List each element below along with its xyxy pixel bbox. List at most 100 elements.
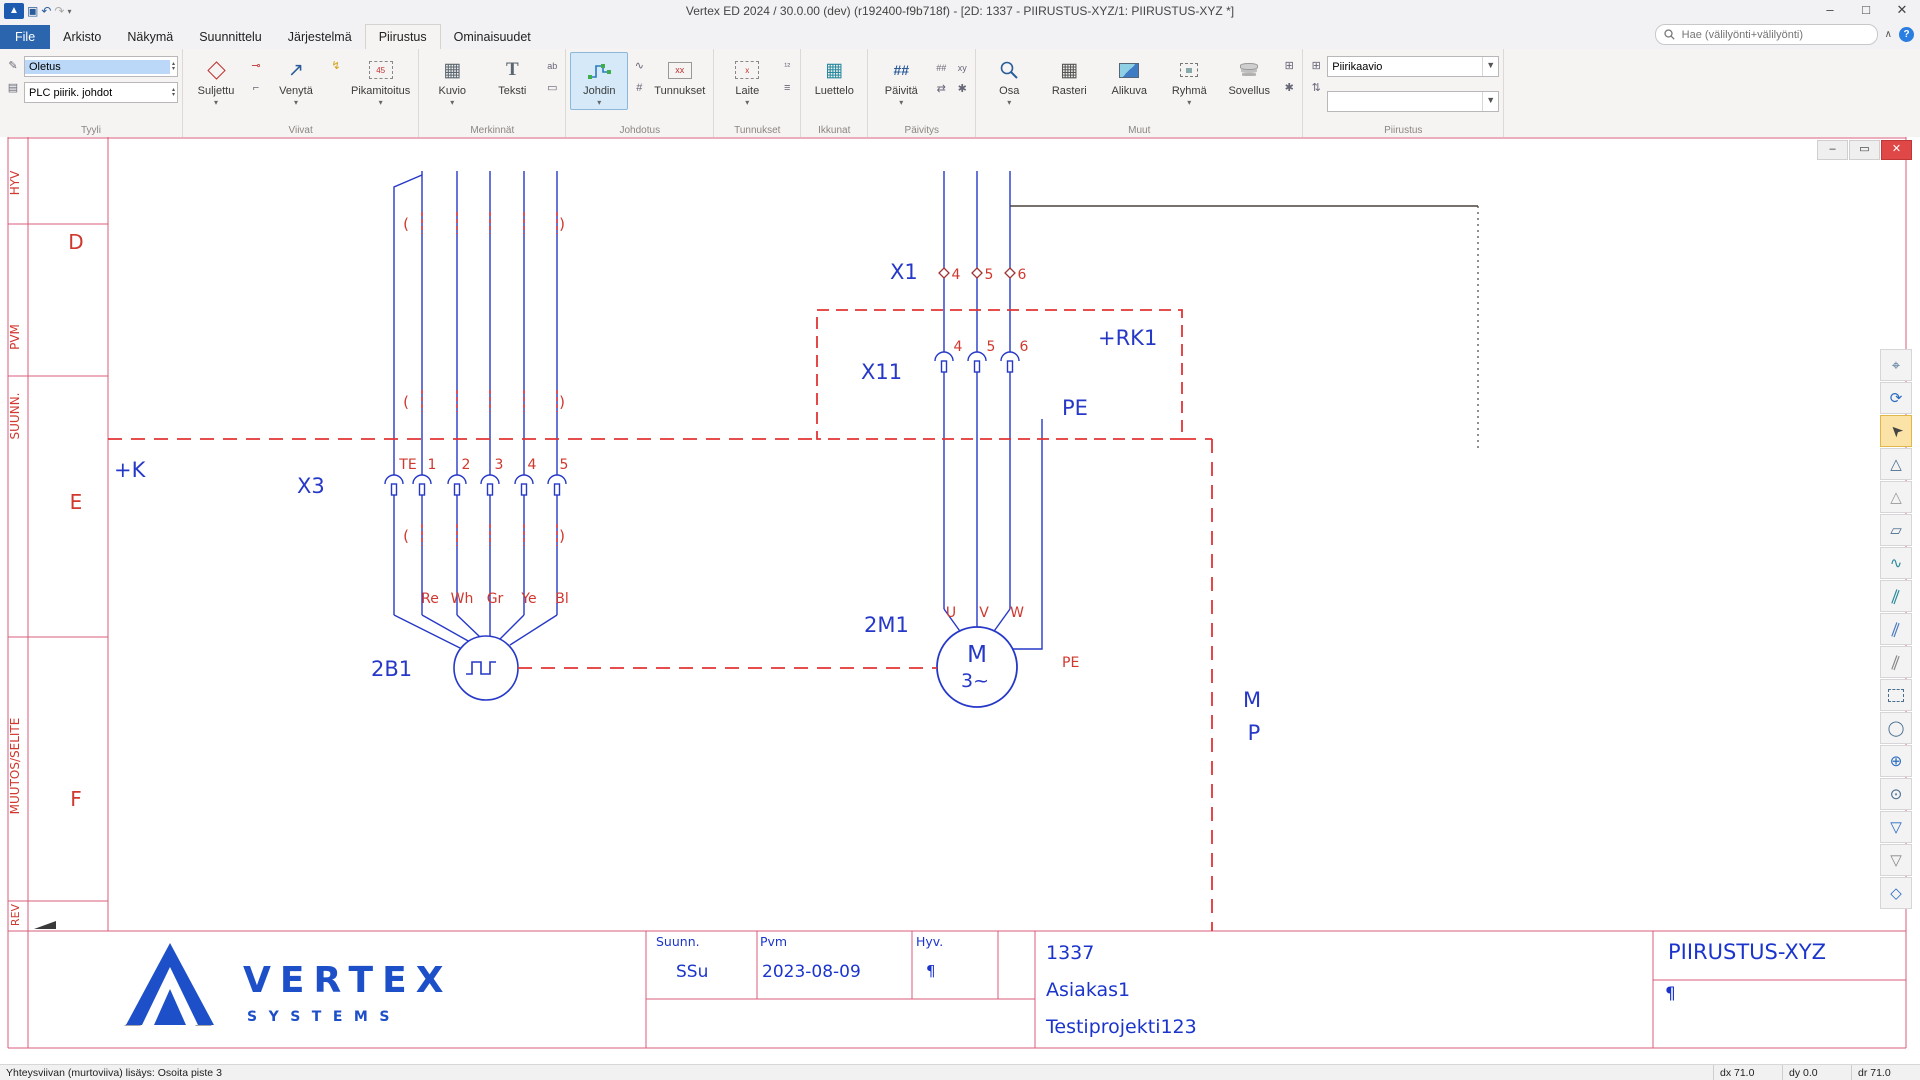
style-combo[interactable]: Oletus ▴▾	[24, 56, 178, 77]
circuit-wires	[394, 171, 1042, 649]
alikuva-button[interactable]: Alikuva	[1100, 52, 1158, 101]
minimize-button[interactable]: –	[1812, 0, 1848, 22]
lightning-icon[interactable]: ↯	[327, 57, 345, 75]
pe-motor-label: PE	[1062, 655, 1079, 671]
zoom-target-button[interactable]: ⊙	[1880, 778, 1912, 810]
ribbon: ✎ ▤ Oletus ▴▾ PLC piirik. johdot ▴▾ Tyyl…	[0, 49, 1920, 138]
hatch-2-button[interactable]: ∥	[1880, 613, 1912, 645]
sheet-swap-icon[interactable]: ⇅	[1307, 79, 1325, 97]
polyline-icon[interactable]: ⌐	[247, 79, 265, 97]
blue-annotations: X1 X11 +RK1 PE +K X3 2B1 2M1 M P	[114, 260, 1261, 745]
wire-number-icon[interactable]: #	[630, 79, 648, 97]
chevron-down-icon: ▾	[1187, 98, 1191, 107]
drawing-type-combo[interactable]: Piirikaavio ▼	[1327, 56, 1499, 77]
filter-clear-button[interactable]: ▽	[1880, 844, 1912, 876]
tunnukset-button[interactable]: xx Tunnukset	[650, 52, 709, 101]
sovellus-button[interactable]: Sovellus	[1220, 52, 1278, 101]
sync-icon[interactable]: ⇄	[932, 80, 950, 98]
document-restore-button[interactable]: ▭	[1849, 140, 1880, 160]
tab-jarjestelma[interactable]: Järjestelmä	[275, 25, 365, 49]
refresh-all-icon[interactable]: ✱	[953, 80, 971, 98]
row-letter-f: F	[70, 787, 82, 811]
teksti-button[interactable]: T Teksti	[483, 52, 541, 101]
search-box	[1655, 24, 1878, 45]
triangle-button[interactable]: △	[1880, 448, 1912, 480]
enclosure-rk1-label: +RK1	[1098, 326, 1157, 350]
app-icon[interactable]: ▲	[4, 3, 24, 19]
close-button[interactable]: ✕	[1884, 0, 1920, 22]
wire-wave-icon[interactable]: ∿	[630, 57, 648, 75]
ryhma-button[interactable]: Ryhmä ▾	[1160, 52, 1218, 110]
tab-nakyma[interactable]: Näkymä	[114, 25, 186, 49]
line-node-icon[interactable]: ⊸	[247, 57, 265, 75]
tab-suunnittelu[interactable]: Suunnittelu	[186, 25, 275, 49]
filter-button[interactable]: ▽	[1880, 811, 1912, 843]
tab-ominaisuudet[interactable]: Ominaisuudet	[441, 25, 544, 49]
hatch-1-button[interactable]: ∥	[1880, 580, 1912, 612]
maximize-button[interactable]: □	[1848, 0, 1884, 22]
paren-open: (	[403, 527, 409, 545]
refresh-button[interactable]: ⟳	[1880, 382, 1912, 414]
title-block-fields: Suunn. SSu Pvm 2023-08-09 Hyv. ¶ 1337 As…	[656, 934, 1826, 1038]
venyta-button[interactable]: ↗ Venytä ▾	[267, 52, 325, 110]
apps-grid-icon[interactable]: ⊞	[1280, 57, 1298, 75]
wire-color-ye: Ye	[520, 591, 536, 607]
text-abc-icon[interactable]: ab	[543, 57, 561, 75]
polygon-select-button[interactable]: ◇	[1880, 877, 1912, 909]
style-copy-icon[interactable]: ▤	[4, 79, 22, 97]
motor-letter: M	[967, 642, 987, 668]
sheet-combo[interactable]: ▼	[1327, 91, 1499, 112]
luettelo-button[interactable]: ▦ Luettelo	[805, 52, 863, 101]
pin-button[interactable]: ⌖	[1880, 349, 1912, 381]
cursor-icon: ➤	[1885, 420, 1907, 442]
triangle-fill-button[interactable]: △	[1880, 481, 1912, 513]
apps-settings-icon[interactable]: ✱	[1280, 79, 1298, 97]
search-input[interactable]	[1680, 28, 1869, 42]
zoom-in-button[interactable]: ⊕	[1880, 745, 1912, 777]
wire-style-combo[interactable]: PLC piirik. johdot ▴▾	[24, 82, 178, 103]
spinner-icon[interactable]: ▴▾	[170, 62, 177, 72]
dashed-rect-button[interactable]	[1880, 679, 1912, 711]
device-box-icon: x	[735, 55, 759, 85]
style-edit-icon[interactable]: ✎	[4, 57, 22, 75]
sensor-2b1-label: 2B1	[371, 657, 412, 681]
tool-palette: ⌖ ⟳ ➤ △ △ ▱ ∿ ∥ ∥ ∥ ◯ ⊕ ⊙ ▽ ▽ ◇	[1880, 349, 1912, 909]
parallelogram-button[interactable]: ▱	[1880, 514, 1912, 546]
spinner-icon[interactable]: ▴▾	[170, 88, 177, 98]
tab-piirustus[interactable]: Piirustus	[365, 24, 441, 49]
quick-access-caret-icon[interactable]: ▾	[67, 7, 71, 16]
tag-list-icon[interactable]: ≡	[778, 79, 796, 97]
vertex-logo: VERTEX SYSTEMS	[124, 943, 452, 1026]
laite-button[interactable]: x Laite ▾	[718, 52, 776, 110]
triangle-icon: △	[1890, 455, 1902, 473]
sheet-grid-icon[interactable]: ⊞	[1307, 57, 1325, 75]
rasteri-button[interactable]: ▦ Rasteri	[1040, 52, 1098, 101]
swap-xy-icon[interactable]: xy	[953, 59, 971, 77]
pikamitoitus-button[interactable]: 45 Pikamitoitus ▾	[347, 52, 414, 110]
text-box-icon[interactable]: ▭	[543, 79, 561, 97]
undo-icon[interactable]: ↶	[41, 3, 51, 19]
tab-arkisto[interactable]: Arkisto	[50, 25, 114, 49]
save-icon[interactable]: ▣	[27, 3, 38, 19]
suljettu-button[interactable]: Suljettu ▾	[187, 52, 245, 110]
collapse-ribbon-icon[interactable]: ∧	[1885, 29, 1892, 40]
x11-pin-4: 4	[954, 339, 963, 355]
select-button[interactable]: ➤	[1880, 415, 1912, 447]
wire-color-bl: Bl	[555, 591, 569, 607]
document-close-button[interactable]: ✕	[1881, 140, 1912, 160]
renumber-icon[interactable]: ##	[932, 59, 950, 77]
kuvio-button[interactable]: ▦ Kuvio ▾	[423, 52, 481, 110]
ellipse-button[interactable]: ◯	[1880, 712, 1912, 744]
johdin-button[interactable]: Johdin ▾	[570, 52, 628, 110]
hatch-3-button[interactable]: ∥	[1880, 646, 1912, 678]
redo-icon[interactable]: ↷	[54, 3, 64, 19]
document-minimize-button[interactable]: –	[1817, 140, 1848, 160]
paivita-button[interactable]: ## Päivitä ▾	[872, 52, 930, 110]
help-icon[interactable]: ?	[1899, 27, 1914, 42]
tag-numbers-icon[interactable]: ¹²	[778, 57, 796, 75]
search-icon	[1664, 29, 1675, 40]
wave-button[interactable]: ∿	[1880, 547, 1912, 579]
drawing-canvas[interactable]: HYV PVM SUUNN. MUUTOS/SELITE REV D E F	[0, 137, 1920, 1065]
tab-file[interactable]: File	[0, 25, 50, 49]
osa-button[interactable]: Osa ▾	[980, 52, 1038, 110]
